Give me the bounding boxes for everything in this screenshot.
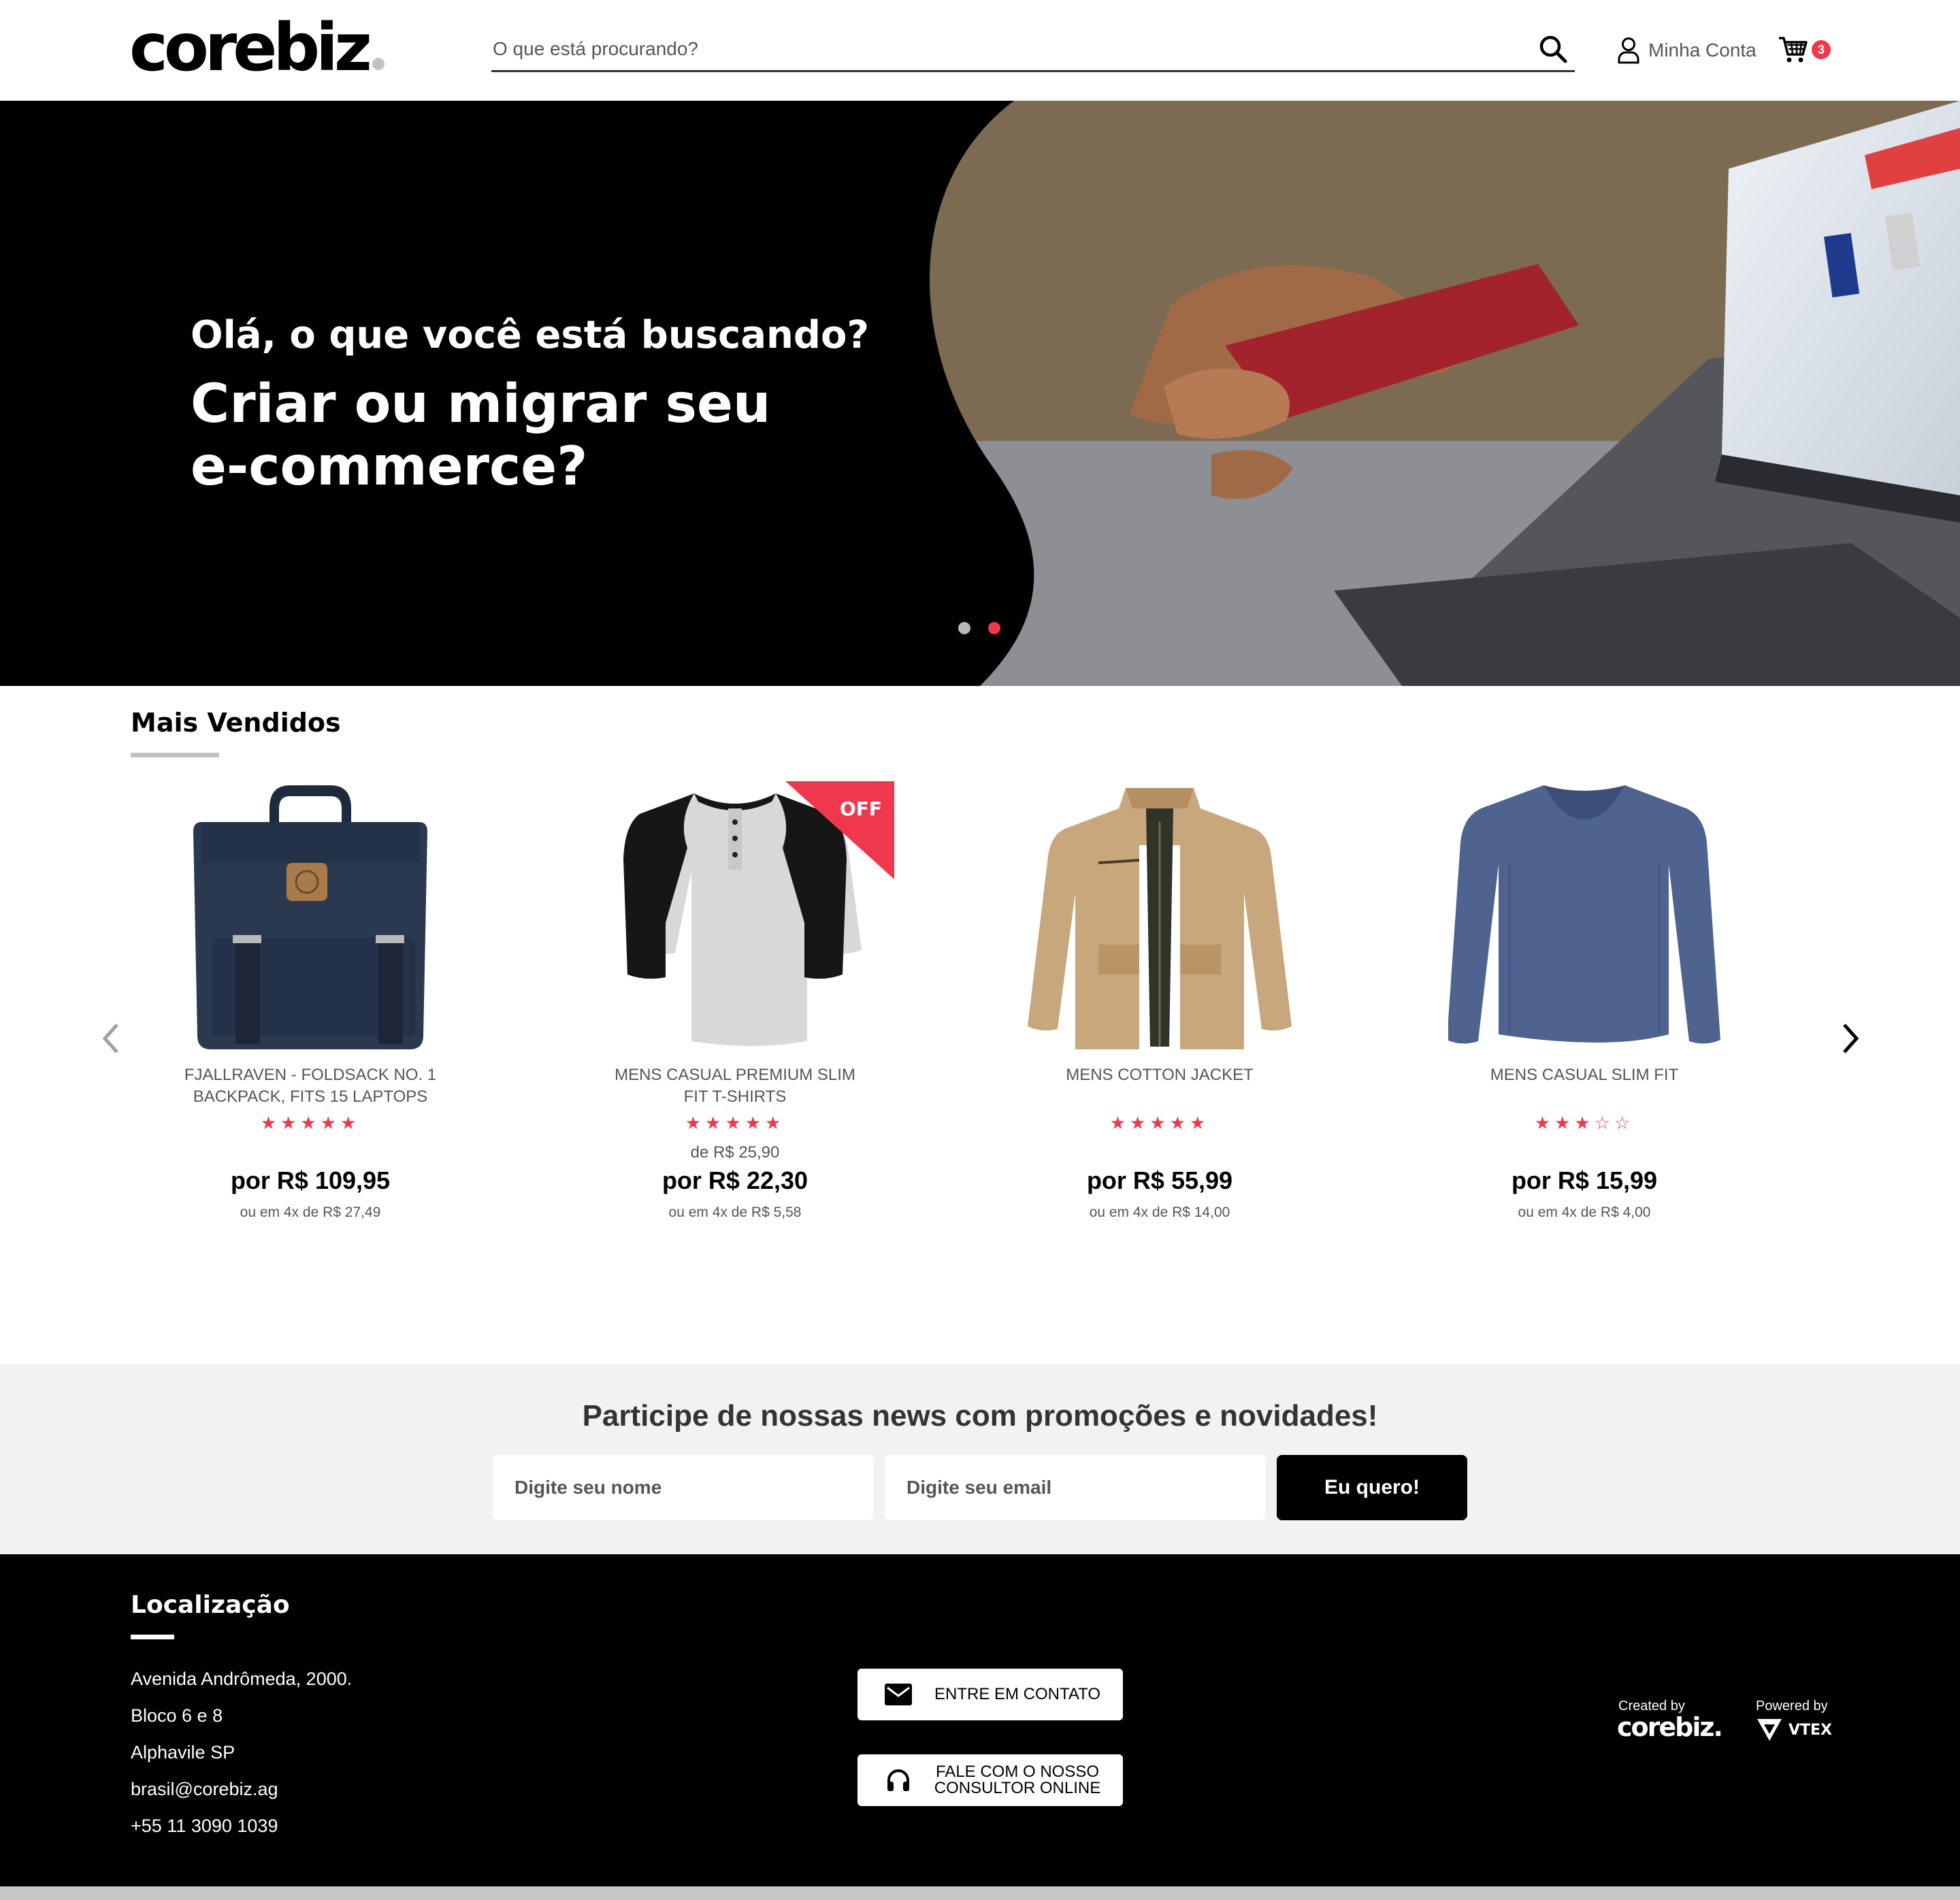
hero-subtitle: Olá, o que você está buscando?	[191, 313, 869, 357]
hero-title-line-1: Criar ou migrar seu	[191, 374, 771, 435]
newsletter-name-input[interactable]	[493, 1455, 874, 1520]
corebiz-footer-logo[interactable]: corebiz.	[1617, 1712, 1723, 1742]
carousel-prev-button[interactable]	[95, 1018, 127, 1059]
off-badge: OFF	[839, 798, 882, 820]
account-label: Minha Conta	[1648, 39, 1757, 61]
footer-email[interactable]: brasil@corebiz.ag	[131, 1779, 278, 1800]
carousel-dot-1[interactable]	[958, 622, 970, 634]
hero-title: Criar ou migrar seu e-commerce?	[191, 373, 871, 498]
chevron-left-icon	[102, 1023, 118, 1053]
product-card[interactable]: MENS CASUAL SLIM FIT ★★★☆☆ por R$ 15,99 …	[1425, 781, 1744, 1230]
newsletter-email-input[interactable]	[885, 1455, 1266, 1520]
off-badge-ribbon	[785, 781, 894, 879]
cart-count-badge: 3	[1812, 40, 1831, 59]
product-name-line-1: FJALLRAVEN - FOLDSACK NO. 1	[184, 1066, 437, 1084]
account-link[interactable]: Minha Conta	[1617, 34, 1757, 67]
powered-by-label: Powered by	[1756, 1699, 1828, 1714]
search-input[interactable]	[491, 30, 1512, 68]
rating-stars-icon: ★★★★★	[685, 1113, 785, 1134]
product-name-line-2: FIT T-SHIRTS	[683, 1087, 787, 1106]
footer-title-underline	[131, 1635, 174, 1639]
logo-text: corebiz	[129, 10, 372, 86]
search-icon	[1539, 35, 1567, 63]
hero-banner[interactable]: Olá, o que você está buscando? Criar ou …	[0, 101, 1960, 686]
product-name-line-1: MENS CASUAL PREMIUM SLIM	[615, 1066, 855, 1084]
old-price: de R$ 25,90	[690, 1143, 780, 1162]
newsletter-title: Participe de nossas news com promoções e…	[582, 1399, 1378, 1432]
vtex-wordmark: VTEX	[1788, 1721, 1833, 1739]
product-card[interactable]: OFF MENS CASUAL PREMIUM SLIM FIT T-SHIRT…	[576, 781, 894, 1230]
product-name-line-2: BACKPACK, FITS 15 LAPTOPS	[193, 1087, 428, 1106]
backpack-image	[193, 785, 427, 1049]
cart-button[interactable]: 3	[1778, 35, 1832, 68]
footer-location-title: Localização	[131, 1591, 290, 1619]
header: corebiz Minha Conta 3	[0, 0, 1960, 101]
search-button[interactable]	[1538, 34, 1568, 64]
address-line: Avenida Andrômeda, 2000.	[131, 1669, 353, 1689]
best-sellers-title: Mais Vendidos	[131, 708, 341, 738]
online-consultant-button-label: FALE COM O NOSSO CONSULTOR ONLINE	[926, 1764, 1109, 1797]
product-name: FJALLRAVEN - FOLDSACK NO. 1 BACKPACK, FI…	[151, 1064, 470, 1108]
consultant-label-line-2: CONSULTOR ONLINE	[934, 1779, 1101, 1797]
longsleeve-image	[1448, 785, 1720, 1044]
carousel-dots	[958, 622, 1000, 634]
installments: ou em 4x de R$ 5,58	[668, 1205, 802, 1220]
vtex-logo[interactable]: VTEX	[1756, 1718, 1832, 1742]
product-name: MENS CASUAL PREMIUM SLIM FIT T-SHIRTS	[576, 1064, 894, 1108]
consultant-label-line-1: FALE COM O NOSSO	[935, 1763, 1100, 1781]
product-card[interactable]: FJALLRAVEN - FOLDSACK NO. 1 BACKPACK, FI…	[151, 781, 470, 1230]
headset-icon	[887, 1769, 909, 1791]
carousel-next-button[interactable]	[1835, 1018, 1866, 1059]
corebiz-logo[interactable]: corebiz	[129, 14, 385, 82]
product-card[interactable]: MENS COTTON JACKET ★★★★★ por R$ 55,99 ou…	[1000, 781, 1319, 1230]
section-title-underline	[131, 753, 219, 757]
newsletter-submit-button[interactable]: Eu quero!	[1277, 1455, 1467, 1520]
contact-button[interactable]: ENTRE EM CONTATO	[858, 1669, 1123, 1720]
installments: ou em 4x de R$ 14,00	[1089, 1205, 1230, 1220]
rating-stars-icon: ★★★★★	[260, 1113, 361, 1134]
product-name-line-1: MENS COTTON JACKET	[1066, 1066, 1254, 1084]
jacket-image	[1028, 788, 1292, 1049]
product-price: por R$ 22,30	[662, 1166, 808, 1194]
cart-icon	[1779, 37, 1808, 63]
mail-icon	[885, 1684, 912, 1705]
product-price: por R$ 109,95	[230, 1166, 391, 1194]
user-icon	[1618, 37, 1639, 64]
search-bar	[491, 30, 1575, 72]
online-consultant-button[interactable]: FALE COM O NOSSO CONSULTOR ONLINE	[858, 1754, 1123, 1806]
rating-stars-icon: ★★★☆☆	[1534, 1113, 1635, 1134]
address-line: Alphavile SP	[131, 1742, 235, 1763]
chevron-right-icon	[1843, 1023, 1859, 1053]
product-price: por R$ 55,99	[1086, 1166, 1233, 1194]
footer-bottom-bar	[0, 1886, 1960, 1900]
product-name: MENS CASUAL SLIM FIT	[1425, 1064, 1744, 1086]
hero-title-line-2: e-commerce?	[191, 436, 588, 497]
installments: ou em 4x de R$ 4,00	[1518, 1205, 1651, 1220]
rating-stars-icon: ★★★★★	[1109, 1113, 1210, 1134]
product-price: por R$ 15,99	[1511, 1166, 1658, 1194]
logo-dot	[372, 58, 385, 70]
vtex-icon	[1757, 1719, 1782, 1741]
product-shelf: FJALLRAVEN - FOLDSACK NO. 1 BACKPACK, FI…	[151, 781, 1818, 1230]
address-line: Bloco 6 e 8	[131, 1705, 223, 1726]
newsletter-section: Participe de nossas news com promoções e…	[0, 1364, 1960, 1554]
footer-phone[interactable]: +55 11 3090 1039	[131, 1816, 278, 1837]
product-name-line-1: MENS CASUAL SLIM FIT	[1490, 1066, 1679, 1084]
contact-button-label: ENTRE EM CONTATO	[934, 1685, 1100, 1703]
product-name: MENS COTTON JACKET	[1000, 1064, 1319, 1086]
carousel-dot-2-active[interactable]	[988, 622, 1000, 634]
footer: Localização Avenida Andrômeda, 2000. Blo…	[0, 1554, 1960, 1886]
installments: ou em 4x de R$ 27,49	[240, 1205, 381, 1220]
